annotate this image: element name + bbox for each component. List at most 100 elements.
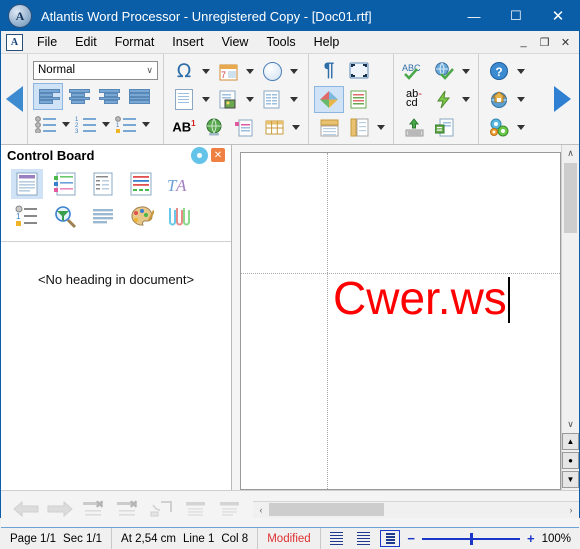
align-top-button[interactable]	[179, 495, 213, 523]
keyboard-button[interactable]	[399, 114, 429, 141]
help-dropdown-icon[interactable]	[517, 68, 525, 74]
formatting-marks-button[interactable]: ¶	[314, 58, 344, 85]
align-left-button[interactable]	[33, 83, 63, 110]
web-check-button[interactable]	[429, 58, 459, 85]
scroll-up-button[interactable]: ∧	[562, 145, 579, 162]
autocorrect-button[interactable]: ab-cd	[399, 86, 429, 113]
spelling-button[interactable]: ABC	[399, 58, 429, 85]
mail-merge-button[interactable]	[429, 114, 459, 141]
insert-page-button[interactable]	[169, 86, 199, 113]
time-dropdown-icon[interactable]	[290, 68, 298, 74]
help-button[interactable]: ?	[484, 58, 514, 85]
horizontal-scroll-thumb[interactable]	[269, 503, 384, 516]
full-screen-button[interactable]	[344, 58, 374, 85]
toolbar-scroll-left-button[interactable]	[1, 54, 27, 144]
align-center-button[interactable]	[63, 83, 93, 110]
document-page[interactable]: Cwer.ws	[240, 152, 561, 490]
delete-column-button[interactable]: ✖	[111, 495, 145, 523]
menu-item-format[interactable]: Format	[106, 33, 164, 51]
home-dropdown-icon[interactable]	[517, 96, 525, 102]
zoom-slider-thumb[interactable]	[469, 532, 473, 545]
insert-footnote-button[interactable]: AB1	[169, 114, 199, 141]
home-page-button[interactable]	[484, 86, 514, 113]
multilevel-dropdown-icon[interactable]	[142, 122, 150, 127]
vertical-ruler-button[interactable]	[344, 114, 374, 141]
scroll-left-button[interactable]: ‹	[253, 502, 269, 518]
numbering-dropdown-icon[interactable]	[102, 122, 110, 127]
go-forward-button[interactable]	[43, 495, 77, 523]
insert-columns-button[interactable]	[257, 86, 287, 113]
cb-paragraphs-button[interactable]	[87, 202, 119, 232]
zoom-slider[interactable]	[421, 532, 520, 545]
menu-item-view[interactable]: View	[213, 33, 258, 51]
align-justify-button[interactable]	[123, 83, 153, 110]
bullets-dropdown-icon[interactable]	[62, 122, 70, 127]
align-right-button[interactable]	[93, 83, 123, 110]
table-dropdown-icon[interactable]	[292, 124, 300, 130]
zoom-in-button[interactable]: +	[527, 531, 535, 546]
cb-styles-button[interactable]	[125, 169, 157, 199]
menu-item-tools[interactable]: Tools	[257, 33, 304, 51]
quick-actions-dropdown-icon[interactable]	[462, 96, 470, 102]
cb-document-map-button[interactable]	[87, 169, 119, 199]
menu-item-insert[interactable]: Insert	[163, 33, 212, 51]
menu-item-file[interactable]: File	[28, 33, 66, 51]
close-icon[interactable]: ✕	[211, 148, 225, 162]
options-button[interactable]	[484, 114, 514, 141]
date-dropdown-icon[interactable]	[246, 68, 254, 74]
picture-dropdown-icon[interactable]	[246, 96, 254, 102]
minimize-button[interactable]: —	[453, 1, 495, 31]
symbol-dropdown-icon[interactable]	[202, 68, 210, 74]
horizontal-ruler-button[interactable]	[314, 114, 344, 141]
document-icon[interactable]: A	[6, 33, 23, 51]
page-layout-button[interactable]	[344, 86, 374, 113]
columns-dropdown-icon[interactable]	[290, 96, 298, 102]
cb-bookmarks-button[interactable]	[49, 169, 81, 199]
insert-time-button[interactable]	[257, 58, 287, 85]
insert-picture-button[interactable]	[213, 86, 243, 113]
page-view-button[interactable]	[380, 530, 401, 547]
cb-numbering-button[interactable]: 1	[11, 202, 43, 232]
align-bottom-button[interactable]	[213, 495, 247, 523]
multilevel-list-button[interactable]: 1	[113, 111, 139, 138]
gear-icon[interactable]	[193, 148, 206, 162]
cb-fonts-button[interactable]: T A	[163, 169, 195, 199]
horizontal-scrollbar[interactable]: ‹ ›	[253, 500, 579, 518]
bullets-button[interactable]	[33, 111, 59, 138]
go-back-button[interactable]	[9, 495, 43, 523]
browse-object-button[interactable]: ●	[562, 452, 579, 469]
insert-table-button[interactable]	[259, 114, 289, 141]
insert-symbol-button[interactable]: Ω	[169, 58, 199, 85]
vertical-scroll-thumb[interactable]	[564, 163, 577, 233]
vertical-scrollbar[interactable]: ∧ ∨ ▲ ● ▼	[561, 145, 579, 490]
menu-item-edit[interactable]: Edit	[66, 33, 106, 51]
cb-headings-button[interactable]	[11, 169, 43, 199]
scroll-right-button[interactable]: ›	[563, 502, 579, 518]
mdi-minimize-button[interactable]: _	[513, 33, 534, 51]
browse-previous-button[interactable]: ▲	[562, 433, 579, 450]
browse-next-button[interactable]: ▼	[562, 471, 579, 488]
merge-cells-button[interactable]	[145, 495, 179, 523]
insert-hyperlink-button[interactable]	[199, 114, 229, 141]
page-dropdown-icon[interactable]	[202, 96, 210, 102]
numbering-button[interactable]: 1 2 3	[73, 111, 99, 138]
menu-item-help[interactable]: Help	[305, 33, 349, 51]
color-scheme-button[interactable]	[314, 85, 344, 113]
ruler-dropdown-icon[interactable]	[377, 124, 385, 130]
style-dropdown[interactable]: Normal ∨	[33, 60, 158, 80]
web-check-dropdown-icon[interactable]	[462, 68, 470, 74]
delete-row-button[interactable]: ✖	[77, 495, 111, 523]
cb-clips-button[interactable]	[163, 202, 195, 232]
quick-actions-button[interactable]	[429, 86, 459, 113]
mdi-close-button[interactable]: ✕	[555, 33, 576, 51]
close-button[interactable]: ✕	[537, 1, 579, 31]
normal-view-button[interactable]	[353, 530, 373, 547]
cb-colors-button[interactable]	[125, 202, 157, 232]
insert-page-break-button[interactable]	[229, 114, 259, 141]
draft-view-button[interactable]	[326, 530, 346, 547]
insert-date-button[interactable]: 7	[213, 58, 243, 85]
maximize-button[interactable]: ☐	[495, 1, 537, 31]
mdi-restore-button[interactable]: ❐	[534, 33, 555, 51]
toolbar-scroll-right-button[interactable]	[545, 54, 579, 144]
cb-find-button[interactable]	[49, 202, 81, 232]
